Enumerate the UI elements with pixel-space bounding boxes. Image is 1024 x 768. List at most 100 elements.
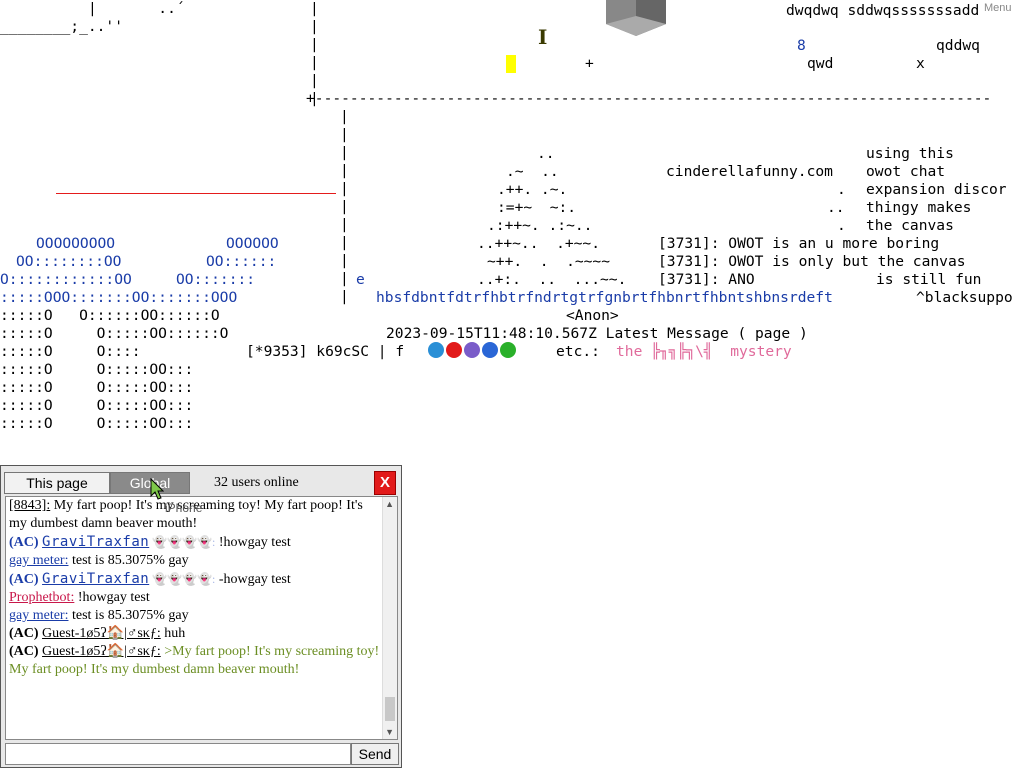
canvas-divider: | [340, 180, 349, 197]
chat-nickname[interactable]: gay meter: [9, 553, 68, 568]
chat-nickname[interactable]: Prophetbot: [9, 590, 74, 605]
canvas-divider: | [340, 234, 349, 251]
canvas-text-line: ~++. . .~~~~ [487, 253, 611, 270]
ghost-emoji-icons: 👻👻👻👻: [149, 572, 216, 586]
canvas-text-line: :::::O O::::::OO::::::O [0, 307, 220, 324]
canvas-text-line: ^blacksuppo [916, 289, 1013, 306]
text-canvas[interactable]: | ..´ ________;_..'' dwqdwq sddwqsssssssad… [0, 0, 1024, 460]
canvas-text-line: OOOOOO [226, 235, 279, 252]
chat-window: This page Global 32 users online X [8843… [0, 465, 402, 768]
canvas-text-line: the canvas [866, 217, 954, 234]
canvas-text-line: expansion discor [866, 181, 1007, 198]
canvas-text-line: :::::O O:::::OO::: [0, 379, 194, 396]
chat-nickname[interactable]: GraviTraxfan [42, 571, 149, 587]
canvas-text-line: OO::::::: [176, 271, 256, 288]
canvas-text-line: :::::O O:::::OO::: [0, 397, 194, 414]
canvas-divider: | [340, 216, 349, 233]
canvas-text-line: :::::OOO:::::::OO:::::::OOO [0, 289, 238, 306]
send-button[interactable]: Send [351, 743, 399, 765]
canvas-text-line: + [585, 55, 594, 72]
canvas-text-line: :::::O O:::::OO::: [0, 415, 194, 432]
chat-tabs: This page Global 32 users online X [4, 470, 398, 495]
canvas-divider: | [340, 108, 349, 125]
chat-message-text: huh [160, 626, 186, 641]
canvas-divider: | [310, 72, 319, 89]
canvas-divider: | [310, 18, 319, 35]
users-online-count: 32 users online [214, 475, 299, 490]
cube-icon [606, 0, 666, 36]
chat-nickname[interactable]: Guest-1ø5ʔ🏠|♂sκƒ: [42, 626, 161, 641]
chat-message-text: !howgay test [215, 535, 291, 550]
scroll-up-icon[interactable]: ▲ [385, 499, 394, 509]
menu-label[interactable]: Menu [984, 2, 1012, 14]
canvas-text-line: [3731]: OWOT is only but the canvas [658, 253, 966, 270]
canvas-text-line: .~ .. [506, 163, 559, 180]
canvas-text-line: 2023-09-15T11:48:10.567Z Latest Message … [386, 325, 808, 342]
canvas-text-line: . [837, 217, 846, 234]
scroll-thumb[interactable] [385, 697, 395, 721]
canvas-text-line: ..++~.. .+~~. [477, 235, 601, 252]
chat-message-text: test is 85.3075% gay [68, 608, 189, 623]
canvas-text-line: O::::::::::::OO [0, 271, 132, 288]
chat-message-text: !howgay test [74, 590, 150, 605]
chat-nickname[interactable]: GraviTraxfan [42, 534, 149, 550]
ac-tag: (AC) [9, 572, 43, 587]
tooltip: iPhone [165, 501, 203, 515]
canvas-text-line: OOOOOOOOO [36, 235, 116, 252]
chat-message: (AC) GraviTraxfan 👻👻👻👻: !howgay test [9, 533, 381, 552]
canvas-text-line: [3731]: OWOT is an u more boring [658, 235, 940, 252]
canvas-divider: | [340, 252, 349, 269]
ghost-emoji-icons: 👻👻👻👻: [149, 535, 216, 549]
canvas-divider: | [340, 270, 349, 287]
canvas-text-line: .:++~. .:~.. [487, 217, 593, 234]
canvas-text-line: OO::::::::OO [16, 253, 122, 270]
canvas-text-line: hbsfdbntfdtrfhbtrfndrtgtrfgnbrtfhbnrtfhb… [376, 289, 833, 306]
canvas-text-line: [*9353] k69cSC | f [246, 343, 405, 360]
canvas-divider: | [310, 90, 319, 107]
chat-message: (AC) Guest-1ø5ʔ🏠|♂sκƒ: huh [9, 625, 381, 643]
canvas-text-line: x [916, 55, 925, 72]
text-cursor-icon: I [538, 25, 548, 49]
chat-nickname[interactable]: gay meter: [9, 608, 68, 623]
canvas-text-line: qddwq [936, 37, 980, 54]
canvas-text-line: ________;_..'' [0, 18, 124, 35]
canvas-divider: | [310, 0, 319, 17]
canvas-divider: | [340, 198, 349, 215]
canvas-text-line: owot chat [866, 163, 946, 180]
emoji-icon-row [428, 342, 516, 358]
chat-message-text: test is 85.3075% gay [68, 553, 189, 568]
scroll-down-icon[interactable]: ▼ [385, 727, 394, 737]
canvas-text-line: :::::O O:::: [0, 343, 141, 360]
canvas-text-line: cinderellafunny.com [666, 163, 833, 180]
chat-messages[interactable]: [8843]: My fart poop! It's my screaming … [5, 496, 398, 740]
chat-nickname[interactable]: [8843]: [9, 498, 50, 513]
canvas-text-line: qwd [807, 55, 834, 72]
canvas-text-line: | ..´ [88, 0, 185, 17]
ac-tag: (AC) [9, 626, 43, 641]
canvas-text-line: is still fun [876, 271, 982, 288]
emoji-icon [500, 342, 516, 358]
chat-scrollbar[interactable]: ▲ ▼ [382, 497, 397, 739]
canvas-divider: | [340, 126, 349, 143]
close-button[interactable]: X [374, 471, 396, 495]
chat-input[interactable] [5, 743, 351, 765]
canvas-text-line: using this [866, 145, 954, 162]
canvas-text-line: dwqdwq sddwqsssssssadd [786, 2, 980, 19]
canvas-text-line: :::::O O:::::OO::::::O [0, 325, 229, 342]
canvas-divider: | [310, 54, 319, 71]
emoji-icon [482, 342, 498, 358]
emoji-icon [428, 342, 444, 358]
canvas-divider: | [340, 144, 349, 161]
chat-nickname[interactable]: Guest-1ø5ʔ🏠|♂sκƒ: [42, 644, 161, 659]
chat-message: (AC) Guest-1ø5ʔ🏠|♂sκƒ: >My fart poop! It… [9, 643, 381, 679]
canvas-text-line: .. [537, 145, 555, 162]
canvas-text-line: :::::O O:::::OO::: [0, 361, 194, 378]
canvas-text-line: . [837, 181, 846, 198]
emoji-icon [464, 342, 480, 358]
canvas-text-line: OO:::::: [206, 253, 277, 270]
mystery-text: the ╠╖╗╠╗\╣ mystery [616, 343, 792, 360]
tab-this-page[interactable]: This page [4, 472, 110, 494]
canvas-text-line: etc.: [556, 343, 600, 360]
chat-message: gay meter: test is 85.3075% gay [9, 607, 381, 625]
canvas-text-line: .++. .~. [497, 181, 568, 198]
